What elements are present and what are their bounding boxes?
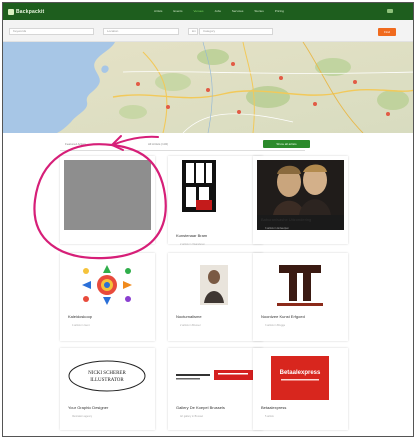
card-title: Noordzee Kunst Erfgoed [261,314,305,319]
results-map[interactable] [3,42,413,133]
map-canvas [3,42,413,133]
nav-item-pricing[interactable]: Pricing [274,9,285,13]
leaf-icon [8,8,14,15]
artist-card[interactable] [60,156,155,244]
card-meta: Illustration agency [72,415,93,418]
card-title: Gallery De Koepel Brussels [176,405,225,410]
artist-card[interactable]: Nocturnalisme 2 artists in Brussel [168,253,263,341]
betaalexpress-wordmark: Betaalexpress [280,370,321,376]
nav-item-venues[interactable]: Venues [193,9,205,13]
illustrator-title: NICKI SCHERER [88,371,126,376]
nav-item-jobs[interactable]: Jobs [214,9,222,13]
user-menu-icon[interactable] [387,9,393,13]
card-title: Nocturnalisme [176,314,202,319]
card-title: Kaleidoskoop [68,314,93,319]
artist-card[interactable]: NICKI SCHERER ILLUSTRATOR Your Graphic D… [60,348,155,430]
tabs-divider [60,150,305,151]
brand-name: Backpackit [16,8,45,15]
browser-frame: Backpackit Artists Events Venues Jobs Se… [2,2,414,437]
card-image-illustrator: NICKI SCHERER ILLUSTRATOR [64,352,151,422]
find-button[interactable]: Find [378,28,396,36]
artist-card[interactable]: Kunstenaar Bram 2 artists in Vlaanderen [168,156,263,246]
card-meta: 2 artists in Brussel [180,324,201,327]
card-meta: 5 artists [265,415,274,418]
brand-logo[interactable]: Backpackit [8,7,44,16]
location-input[interactable]: Location [103,28,179,35]
card-meta: 4 artists in Gent [72,324,90,327]
card-image-placeholder [64,160,151,230]
card-image-betaalexpress: Betaalexpress [257,352,344,422]
card-title: Your Graphic Designer [68,405,109,410]
nav-item-services[interactable]: Services [231,9,245,13]
category-select[interactable]: Category [199,28,273,35]
range-select[interactable]: km [188,28,198,35]
main-nav: Artists Events Venues Jobs Services Stor… [153,9,285,13]
show-all-button[interactable]: Show all artists [263,140,310,148]
tab-all-artists[interactable]: All Artists (132) [148,142,168,146]
card-title: Betaalexpress [261,405,287,410]
illustrator-subtitle: ILLUSTRATOR [90,378,124,383]
nav-item-events[interactable]: Events [172,9,183,13]
nav-item-artists[interactable]: Artists [153,9,163,13]
card-meta: 3 artists in Antwerpen [265,227,289,230]
keyword-input[interactable]: Keywords [9,28,94,35]
card-title: Baburanisashe Uitzondering [261,217,312,222]
artist-card[interactable]: Kaleidoskoop 4 artists in Gent [60,253,155,341]
nav-item-stories[interactable]: Stories [253,9,264,13]
card-image-red-banner [172,352,259,422]
tab-featured-artists[interactable]: Featured Artists [65,142,86,146]
search-bar: Keywords Location km Category Find [3,20,413,42]
card-image-urban [172,160,259,230]
artist-card[interactable]: Noordzee Kunst Erfgoed 3 artists in Brug… [253,253,348,341]
artist-card[interactable]: Baburanisashe Uitzondering 3 artists in … [253,156,348,244]
artist-card[interactable]: Betaalexpress Betaalexpress 5 artists [253,348,348,430]
card-title: Kunstenaar Bram [176,233,208,238]
card-meta: 3 artists in Brugge [265,324,286,327]
top-navigation-bar: Backpackit Artists Events Venues Jobs Se… [3,3,413,20]
card-meta: 2 artists in Vlaanderen [180,243,205,246]
artist-card[interactable]: Gallery De Koepel Brussels Art gallery i… [168,348,263,430]
card-meta: Art gallery in Brussel [180,415,203,418]
